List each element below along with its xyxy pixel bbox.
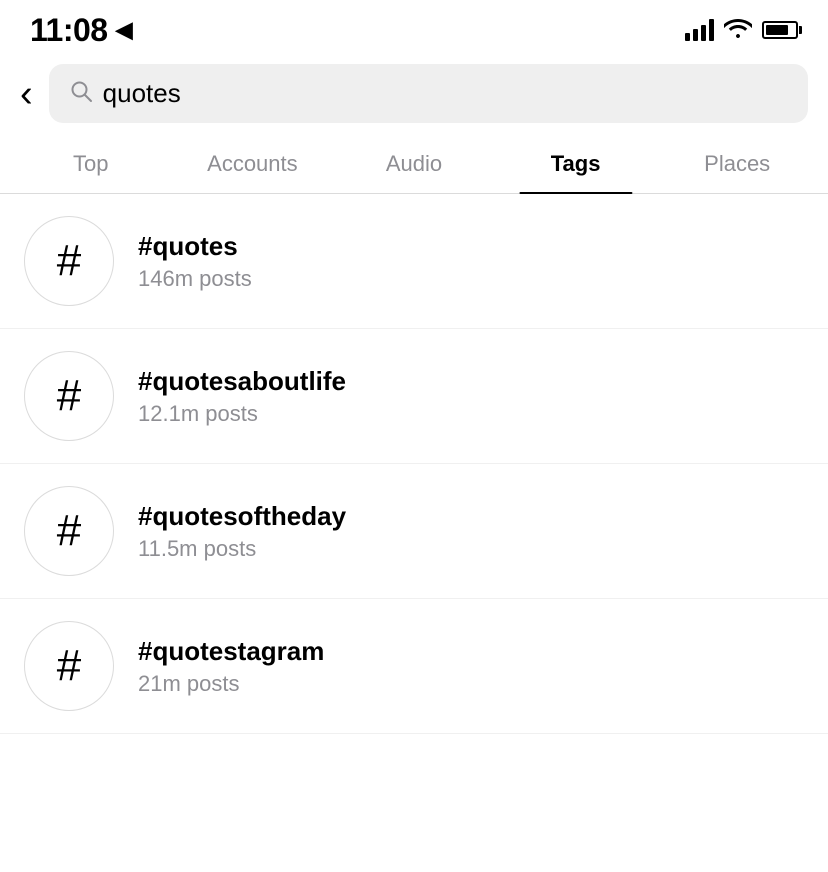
search-header: ‹ quotes bbox=[0, 54, 828, 137]
tab-accounts[interactable]: Accounts bbox=[172, 137, 334, 193]
tag-info: #quotesaboutlife 12.1m posts bbox=[138, 366, 346, 427]
tag-count: 146m posts bbox=[138, 266, 252, 292]
tag-info: #quotesoftheday 11.5m posts bbox=[138, 501, 346, 562]
location-arrow-icon: ◀ bbox=[116, 17, 133, 43]
tag-name: #quotesoftheday bbox=[138, 501, 346, 532]
tag-icon-circle: # bbox=[24, 216, 114, 306]
status-bar: 11:08 ◀ bbox=[0, 0, 828, 54]
tag-list-item[interactable]: # #quotesoftheday 11.5m posts bbox=[0, 464, 828, 599]
tag-count: 11.5m posts bbox=[138, 536, 346, 562]
hash-icon: # bbox=[57, 644, 81, 688]
tag-list-item[interactable]: # #quotes 146m posts bbox=[0, 194, 828, 329]
tag-icon-circle: # bbox=[24, 621, 114, 711]
search-icon bbox=[69, 79, 93, 109]
hash-icon: # bbox=[57, 239, 81, 283]
tag-list: # #quotes 146m posts # #quotesaboutlife … bbox=[0, 194, 828, 734]
tag-icon-circle: # bbox=[24, 486, 114, 576]
search-query-text: quotes bbox=[103, 78, 181, 109]
tag-count: 21m posts bbox=[138, 671, 324, 697]
tag-name: #quotesaboutlife bbox=[138, 366, 346, 397]
tab-tags[interactable]: Tags bbox=[495, 137, 657, 193]
tabs-nav: Top Accounts Audio Tags Places bbox=[0, 137, 828, 194]
status-time: 11:08 bbox=[30, 12, 108, 49]
hash-icon: # bbox=[57, 374, 81, 418]
wifi-icon bbox=[724, 16, 752, 44]
tag-list-item[interactable]: # #quotestagram 21m posts bbox=[0, 599, 828, 734]
tag-count: 12.1m posts bbox=[138, 401, 346, 427]
tag-name: #quotestagram bbox=[138, 636, 324, 667]
status-icons bbox=[685, 16, 798, 44]
battery-icon bbox=[762, 21, 798, 39]
signal-icon bbox=[685, 19, 714, 41]
tag-name: #quotes bbox=[138, 231, 252, 262]
hash-icon: # bbox=[57, 509, 81, 553]
tag-info: #quotestagram 21m posts bbox=[138, 636, 324, 697]
tab-audio[interactable]: Audio bbox=[333, 137, 495, 193]
back-button[interactable]: ‹ bbox=[20, 75, 33, 113]
tag-info: #quotes 146m posts bbox=[138, 231, 252, 292]
tab-places[interactable]: Places bbox=[656, 137, 818, 193]
tag-list-item[interactable]: # #quotesaboutlife 12.1m posts bbox=[0, 329, 828, 464]
tag-icon-circle: # bbox=[24, 351, 114, 441]
search-bar[interactable]: quotes bbox=[49, 64, 808, 123]
tab-top[interactable]: Top bbox=[10, 137, 172, 193]
